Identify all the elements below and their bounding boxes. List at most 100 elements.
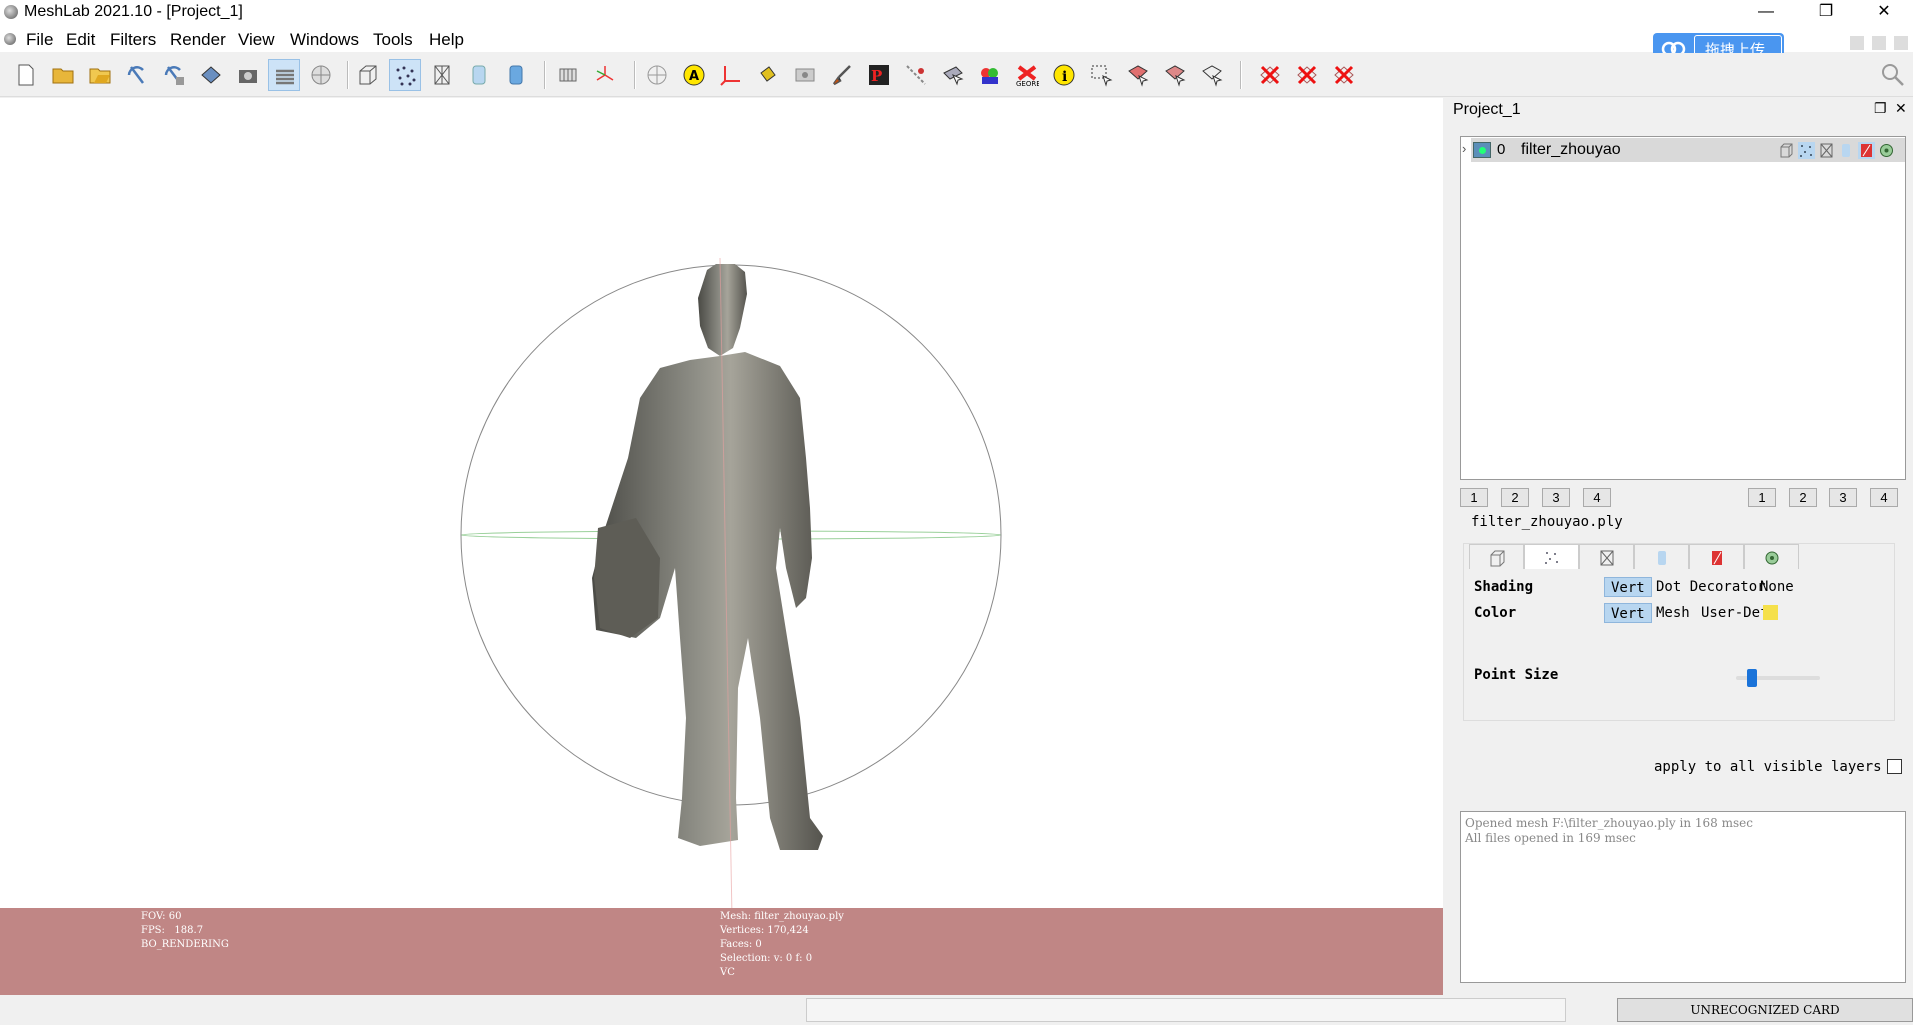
restore-button[interactable]: ❐: [1803, 0, 1849, 26]
delete-vertices-icon: [1297, 65, 1317, 85]
point-cloud-render[interactable]: [0, 98, 1443, 908]
new-project-button[interactable]: [10, 59, 42, 91]
toolbar-separator: [634, 61, 636, 89]
log-window[interactable]: Opened mesh F:\filter_zhouyao.ply in 168…: [1460, 811, 1906, 983]
left-view-4-button[interactable]: 4: [1583, 488, 1611, 507]
search-icon[interactable]: [1880, 62, 1906, 88]
layer-list[interactable]: › 0 filter_zhouyao: [1460, 136, 1906, 480]
left-view-2-button[interactable]: 2: [1501, 488, 1529, 507]
layer-row[interactable]: › 0 filter_zhouyao: [1462, 138, 1905, 162]
globe-icon: [311, 65, 331, 85]
shading-dot-decorator-option[interactable]: Dot Decorator: [1656, 577, 1766, 597]
layer-dialog-button[interactable]: [268, 59, 300, 91]
tray-icon[interactable]: [1894, 36, 1908, 50]
menu-view[interactable]: View: [238, 30, 275, 50]
menu-help[interactable]: Help: [429, 30, 464, 50]
decorator-toggle-icon[interactable]: [1878, 142, 1895, 159]
tab-bbox[interactable]: [1469, 544, 1524, 570]
apply-all-layers-checkbox[interactable]: [1887, 759, 1902, 774]
float-panel-button[interactable]: ❐: [1874, 100, 1887, 117]
wire-toggle-icon[interactable]: [1818, 142, 1835, 159]
tab-fill[interactable]: [1634, 544, 1689, 570]
show-axis-button[interactable]: [589, 59, 621, 91]
color-paint-button[interactable]: [974, 59, 1006, 91]
tab-decorators[interactable]: [1744, 544, 1799, 570]
delete-vertices-button[interactable]: [1291, 59, 1323, 91]
right-view-1-button[interactable]: 1: [1748, 488, 1776, 507]
delete-all-button[interactable]: [1328, 59, 1360, 91]
menu-file[interactable]: File: [26, 30, 53, 50]
align-button[interactable]: [715, 59, 747, 91]
select-connected-button[interactable]: [1159, 59, 1191, 91]
reload-button[interactable]: [121, 59, 153, 91]
close-button[interactable]: ✕: [1861, 0, 1907, 26]
close-panel-button[interactable]: ✕: [1895, 100, 1907, 117]
flat-toggle-icon[interactable]: [1838, 142, 1855, 159]
svg-text:A: A: [689, 69, 699, 84]
user-color-swatch[interactable]: [1763, 605, 1778, 620]
shading-vert-option[interactable]: Vert: [1604, 577, 1652, 597]
open-project-button[interactable]: [47, 59, 79, 91]
right-view-4-button[interactable]: 4: [1870, 488, 1898, 507]
trackball-icon: [647, 65, 667, 85]
expand-chevron-icon[interactable]: ›: [1462, 141, 1466, 156]
import-mesh-button[interactable]: [84, 59, 116, 91]
select-faces-button[interactable]: [1122, 59, 1154, 91]
shading-none-option[interactable]: None: [1760, 577, 1794, 597]
brush-button[interactable]: [826, 59, 858, 91]
menu-edit[interactable]: Edit: [66, 30, 95, 50]
bbox-toggle-icon[interactable]: [1778, 142, 1795, 159]
menu-windows[interactable]: Windows: [290, 30, 359, 50]
show-layers-button[interactable]: [552, 59, 584, 91]
tray-icon[interactable]: [1872, 36, 1886, 50]
tab-texture[interactable]: [1689, 544, 1744, 570]
3d-viewport[interactable]: [0, 98, 1443, 908]
toolbar-separator: [1240, 61, 1242, 89]
trackball-button[interactable]: [641, 59, 673, 91]
visibility-eye-icon[interactable]: [1473, 142, 1491, 158]
reload-all-button[interactable]: [158, 59, 190, 91]
color-user-def-option[interactable]: User-Def: [1701, 603, 1768, 623]
right-view-2-button[interactable]: 2: [1789, 488, 1817, 507]
bbox-button[interactable]: [352, 59, 384, 91]
info-button[interactable]: i: [1048, 59, 1080, 91]
minimize-button[interactable]: —: [1743, 0, 1789, 26]
select-vertices-button[interactable]: [1196, 59, 1228, 91]
points-render-button[interactable]: [389, 59, 421, 91]
measure-icon: [906, 65, 926, 85]
color-mesh-option[interactable]: Mesh: [1656, 603, 1690, 623]
menu-filters[interactable]: Filters: [110, 30, 156, 50]
menu-tools[interactable]: Tools: [373, 30, 413, 50]
delete-faces-button[interactable]: [1254, 59, 1286, 91]
smooth-shading-button[interactable]: [500, 59, 532, 91]
measure-button[interactable]: [900, 59, 932, 91]
georef-button[interactable]: GEOREF: [1011, 59, 1043, 91]
render-info: FOV: 60 FPS: 188.7 BO_RENDERING: [141, 910, 229, 952]
tray-icon[interactable]: [1850, 36, 1864, 50]
points-toggle-icon[interactable]: [1798, 142, 1815, 159]
export-mesh-button[interactable]: [195, 59, 227, 91]
app-menu-icon[interactable]: [4, 33, 16, 45]
flat-shading-button[interactable]: [463, 59, 495, 91]
annotate-button[interactable]: A: [678, 59, 710, 91]
tab-points[interactable]: [1524, 544, 1579, 570]
select-area-button[interactable]: [1085, 59, 1117, 91]
tab-wire[interactable]: [1579, 544, 1634, 570]
pickpoints-button[interactable]: P: [863, 59, 895, 91]
color-mode-text: VC: [720, 967, 735, 978]
status-bar: UNRECOGNIZED CARD: [0, 995, 1913, 1025]
menu-render[interactable]: Render: [170, 30, 226, 50]
left-view-1-button[interactable]: 1: [1460, 488, 1488, 507]
left-view-3-button[interactable]: 3: [1542, 488, 1570, 507]
raster-align-button[interactable]: [789, 59, 821, 91]
raster-layer-button[interactable]: [305, 59, 337, 91]
select-vertex-button[interactable]: [937, 59, 969, 91]
paint-button[interactable]: [752, 59, 784, 91]
snapshot-button[interactable]: [232, 59, 264, 91]
right-view-3-button[interactable]: 3: [1829, 488, 1857, 507]
point-size-slider-handle[interactable]: [1747, 669, 1758, 687]
color-vert-option[interactable]: Vert: [1604, 603, 1652, 623]
texture-toggle-icon[interactable]: [1858, 142, 1875, 159]
wireframe-button[interactable]: [426, 59, 458, 91]
delete-all-icon: [1334, 65, 1354, 85]
